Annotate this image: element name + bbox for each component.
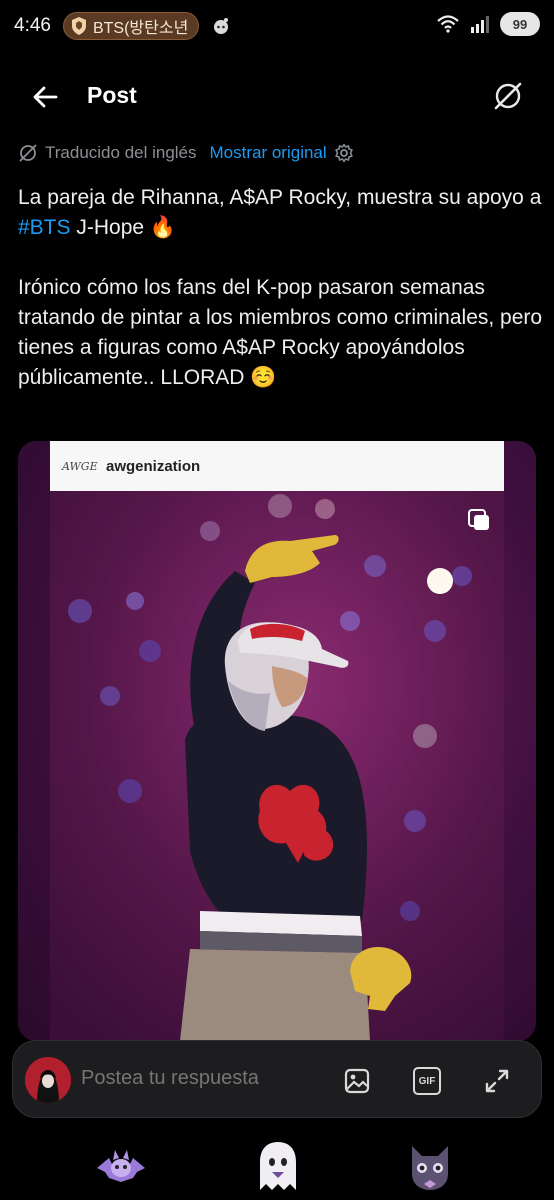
reply-input[interactable]: [81, 1067, 311, 1090]
reddit-icon: [214, 18, 229, 34]
hashtag-link[interactable]: #BTS: [18, 216, 71, 239]
show-original-link[interactable]: Mostrar original: [210, 143, 327, 163]
reply-composer: GIF: [12, 1040, 542, 1118]
bat-cat-icon[interactable]: [93, 1138, 149, 1194]
notification-chip[interactable]: BTS(방탄소년: [62, 12, 200, 40]
status-right: 99: [436, 12, 540, 36]
back-arrow-icon[interactable]: [28, 80, 62, 114]
wifi-icon: [437, 15, 459, 33]
gif-label: GIF: [418, 1075, 436, 1087]
post-paragraph-2: Irónico cómo los fans del K-pop pasaron …: [18, 276, 543, 389]
gif-icon[interactable]: GIF: [413, 1067, 441, 1095]
translation-label: Traducido del inglés: [45, 143, 197, 162]
avatar[interactable]: [25, 1057, 71, 1103]
post-text-segment: J-Hope 🔥: [70, 216, 177, 239]
page-title: Post: [87, 82, 137, 108]
notification-chip-label: BTS(방탄소년: [92, 20, 189, 37]
bottom-nav: [0, 1128, 554, 1200]
battery-level: 99: [512, 16, 528, 32]
instagram-username: awgenization: [106, 457, 201, 475]
post-media[interactable]: AWGE awgenization: [18, 441, 536, 1041]
post-text-segment: La pareja de Rihanna, A$AP Rocky, muestr…: [18, 186, 542, 209]
avatar-image: [25, 1057, 71, 1103]
battery-icon: 99: [500, 12, 540, 36]
image-icon[interactable]: [343, 1067, 371, 1095]
ghost-icon[interactable]: [250, 1138, 306, 1194]
translation-row: Traducido del inglés Mostrar original: [18, 143, 354, 163]
grok-icon[interactable]: [492, 80, 524, 112]
cat-icon[interactable]: [402, 1138, 458, 1194]
post-header: Post: [0, 72, 554, 120]
gear-icon[interactable]: [334, 143, 354, 163]
instagram-header: AWGE awgenization: [50, 441, 504, 491]
multi-photo-icon: [468, 509, 489, 530]
awge-logo: AWGE: [62, 459, 98, 473]
status-bar: 4:46 BTS(방탄소년 99: [0, 0, 554, 52]
concert-photo: [50, 491, 504, 1041]
brand-shield-icon: [71, 17, 86, 35]
translate-icon: [19, 144, 37, 162]
post-paragraph-1: La pareja de Rihanna, A$AP Rocky, muestr…: [18, 183, 543, 243]
post-body: La pareja de Rihanna, A$AP Rocky, muestr…: [18, 183, 543, 423]
expand-icon[interactable]: [483, 1067, 511, 1095]
status-time: 4:46: [14, 15, 51, 36]
signal-icon: [471, 16, 489, 33]
